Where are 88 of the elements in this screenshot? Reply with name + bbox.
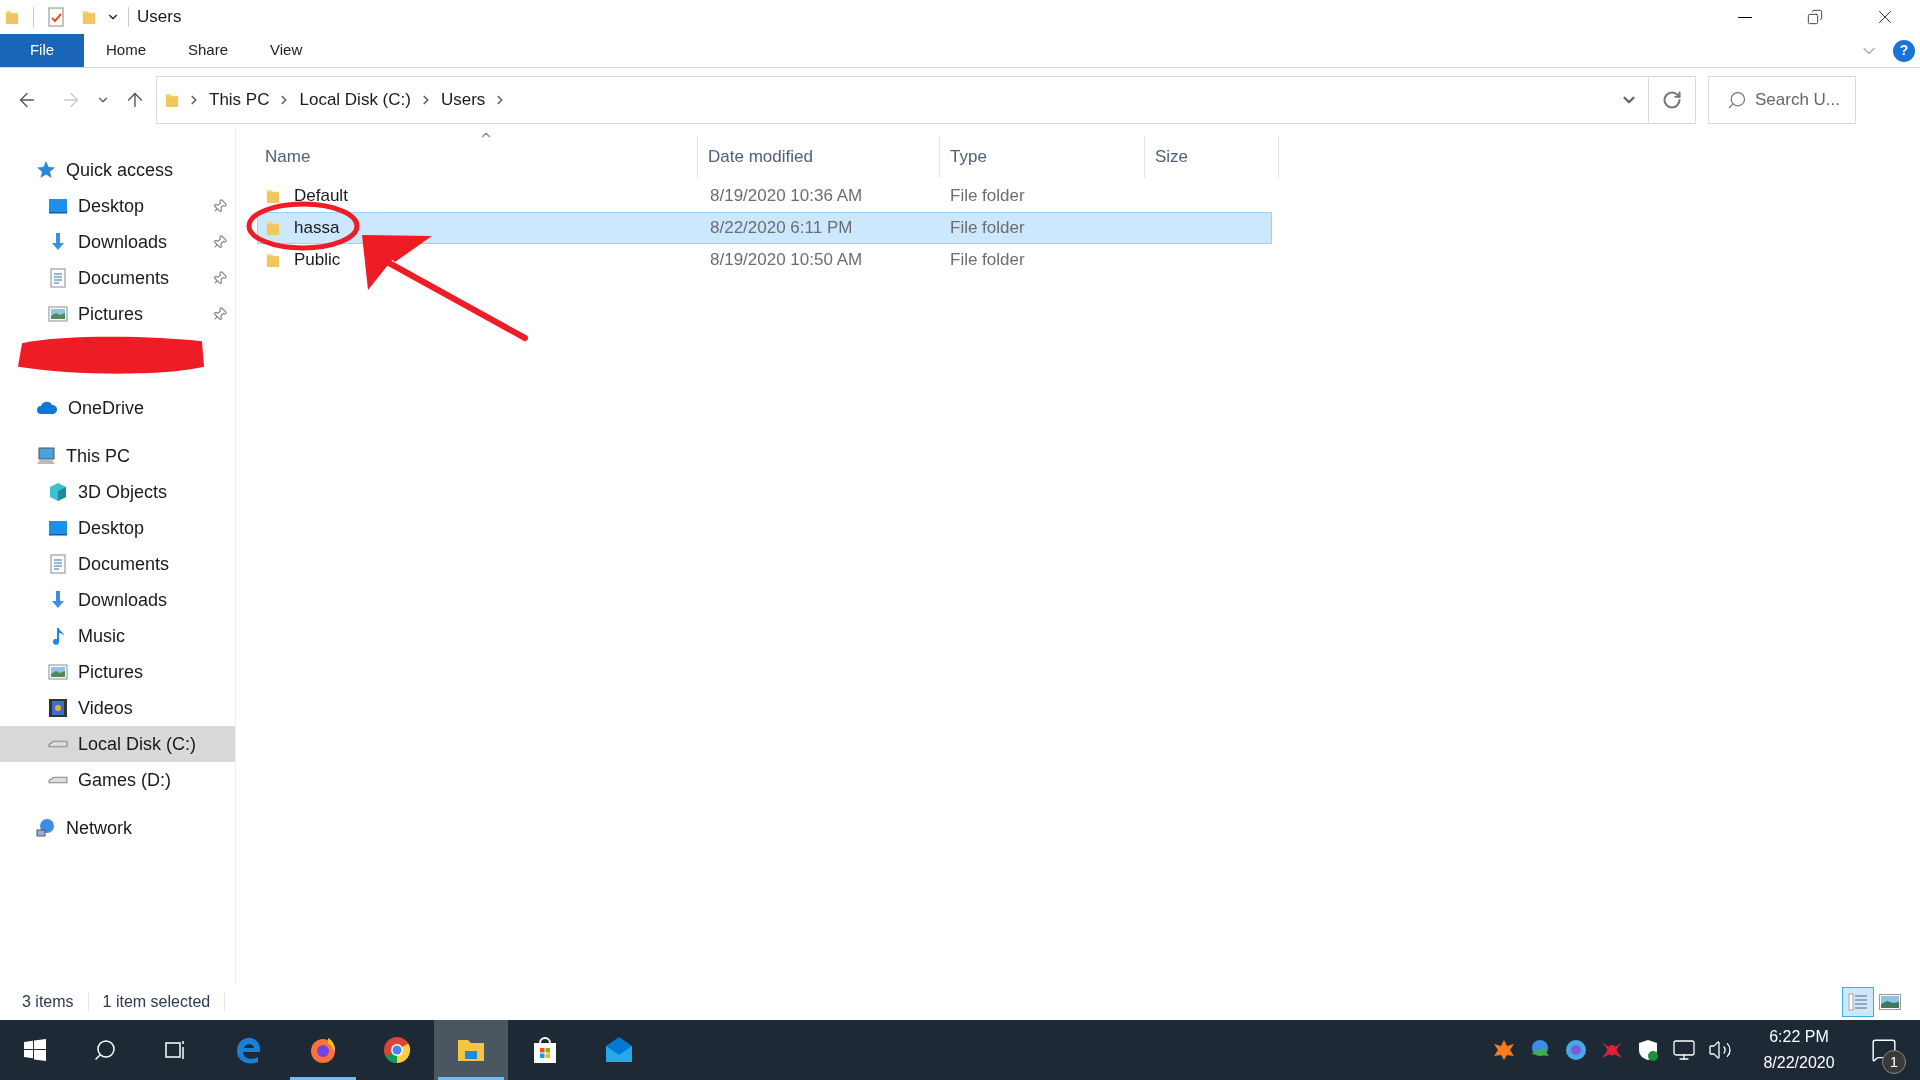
notification-count: 1	[1882, 1050, 1906, 1074]
column-header[interactable]: Date modified	[697, 136, 939, 178]
ring-icon[interactable]	[1564, 1038, 1588, 1062]
picture-icon	[48, 662, 68, 682]
chrome-circle-icon	[382, 1035, 412, 1065]
picture-icon	[48, 304, 68, 324]
running-indicator	[290, 1077, 356, 1080]
sidebar-item[interactable]: Documents	[0, 260, 212, 296]
date-cell-text: 8/19/2020 10:36 AM	[709, 185, 864, 208]
sidebar-item[interactable]: Pictures	[0, 654, 235, 690]
column-header[interactable]: Name	[257, 136, 697, 178]
envelope-icon	[604, 1035, 634, 1065]
sidebar-item[interactable]: This PC	[0, 438, 235, 474]
network-monitor-icon[interactable]	[1672, 1038, 1696, 1062]
sidebar-item[interactable]: OneDrive	[0, 390, 235, 426]
sidebar-item[interactable]: Downloads	[0, 582, 235, 618]
folder-icon	[266, 187, 280, 205]
sidebar-item[interactable]: 3D Objects	[0, 474, 235, 510]
desktop-icon	[48, 196, 68, 216]
sidebar-item[interactable]: Games (D:)	[0, 762, 235, 798]
type-cell-text: File folder	[949, 217, 1026, 240]
item-count: 3 items	[22, 992, 74, 1012]
sidebar-item[interactable]: Documents	[0, 546, 235, 582]
desktop-icon	[48, 518, 68, 538]
list-icon	[1848, 992, 1868, 1012]
type-cell-text: File folder	[949, 249, 1026, 272]
folder-icon	[266, 251, 280, 269]
fox-globe-icon	[308, 1035, 338, 1065]
computer-icon	[36, 446, 56, 466]
drive-icon	[48, 776, 68, 784]
breadcrumb[interactable]: This PC	[209, 87, 270, 113]
address-bar[interactable]: This PC Local Disk (C:) Users	[156, 76, 1696, 124]
refresh-icon	[1662, 90, 1682, 110]
details-view-button[interactable]	[1842, 987, 1874, 1017]
checklist-icon[interactable]	[48, 7, 64, 27]
date-cell-text: 8/19/2020 10:50 AM	[709, 249, 864, 272]
file-name: Public	[294, 249, 341, 272]
document-icon	[48, 554, 68, 574]
file-row[interactable]: Default 8/19/2020 10:36 AM File folder	[257, 180, 1272, 212]
document-icon	[48, 268, 68, 288]
sidebar-item[interactable]: Desktop	[0, 510, 235, 546]
ribbon-tab[interactable]: Share	[168, 34, 249, 67]
search-box[interactable]: Search U...	[1708, 76, 1856, 124]
minimize-icon	[1738, 16, 1752, 18]
window-title: Users	[137, 6, 182, 29]
file-row[interactable]: Public 8/19/2020 10:50 AM File folder	[257, 244, 1272, 276]
column-header[interactable]: Type	[939, 136, 1144, 178]
network-globe-icon	[36, 818, 56, 838]
search-icon	[1727, 90, 1747, 110]
file-name: Default	[294, 185, 348, 208]
ribbon-tab[interactable]: View	[250, 34, 323, 67]
film-icon	[48, 698, 68, 718]
file-row[interactable]: hassa 8/22/2020 6:11 PM File folder	[257, 212, 1272, 244]
ribbon-tab[interactable]: File	[0, 34, 84, 67]
shield-check-icon[interactable]	[1636, 1038, 1660, 1062]
cube-icon	[48, 482, 68, 502]
clock[interactable]: 6:22 PM 8/22/2020	[1744, 1024, 1854, 1076]
breadcrumb[interactable]: Users	[440, 87, 486, 113]
windows-logo-icon	[23, 1038, 47, 1062]
selection-count: 1 item selected	[102, 992, 211, 1012]
ribbon-tab[interactable]: Home	[86, 34, 166, 67]
sidebar-item[interactable]: Videos	[0, 690, 235, 726]
help-button[interactable]: ?	[1893, 39, 1915, 62]
sidebar-item[interactable]: Quick access	[0, 152, 235, 188]
star-icon	[36, 160, 56, 180]
clock-time: 6:22 PM	[1769, 1027, 1829, 1047]
splat-icon[interactable]	[1492, 1038, 1516, 1062]
restore-icon	[1807, 9, 1823, 25]
search-input[interactable]: Search U...	[1755, 87, 1849, 113]
column-header[interactable]: Size	[1144, 136, 1279, 178]
sidebar-item[interactable]: Pictures	[0, 296, 212, 332]
clock-date: 8/22/2020	[1763, 1053, 1835, 1073]
file-name: hassa	[294, 217, 340, 240]
picture-icon	[1879, 994, 1901, 1010]
breadcrumb[interactable]: Local Disk (C:)	[299, 87, 411, 113]
sidebar-item[interactable]: Music	[0, 618, 235, 654]
folder-icon	[266, 219, 280, 237]
type-cell-text: File folder	[949, 185, 1026, 208]
search-icon	[93, 1038, 117, 1062]
running-indicator	[438, 1077, 504, 1080]
notifications-button[interactable]: 1	[1854, 1020, 1914, 1080]
date-cell-text: 8/22/2020 6:11 PM	[709, 217, 854, 240]
sidebar-item[interactable]: Desktop	[0, 188, 212, 224]
sidebar-item[interactable]: Local Disk (C:)	[0, 726, 235, 762]
sidebar-item[interactable]: Downloads	[0, 224, 212, 260]
drive-icon	[48, 740, 68, 748]
sidebar-item[interactable]: Network	[0, 810, 235, 846]
speaker-icon[interactable]	[1708, 1038, 1732, 1062]
